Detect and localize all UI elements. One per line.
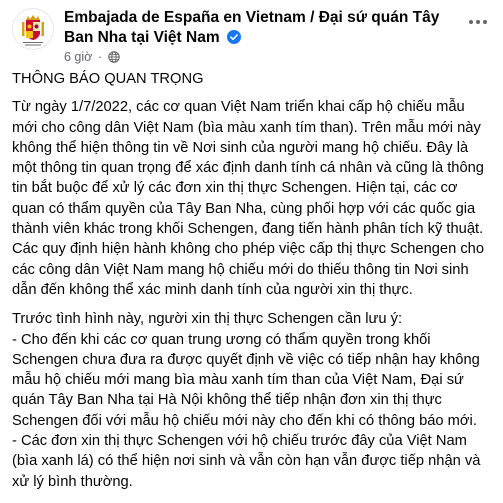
more-options-icon <box>476 20 480 24</box>
post-paragraph-1: Từ ngày 1/7/2022, các cơ quan Việt Nam t… <box>12 99 485 298</box>
post-bullet-1: - Cho đến khi các cơ quan trung ương có … <box>12 331 480 429</box>
post-bullet-2: - Các đơn xin thị thực Schengen với hộ c… <box>12 433 481 490</box>
facebook-post: Embajada de España en Vietnam / Đại sứ q… <box>0 0 503 503</box>
more-options-button[interactable] <box>464 12 492 32</box>
post-body: THÔNG BÁO QUAN TRỌNG Từ ngày 1/7/2022, c… <box>12 69 490 492</box>
page-name-text[interactable]: Embajada de España en Vietnam / Đại sứ q… <box>64 9 439 46</box>
meta-separator: · <box>97 50 103 64</box>
verified-badge-icon <box>226 30 241 44</box>
page-avatar[interactable] <box>12 8 54 50</box>
post-timestamp[interactable]: 6 giờ <box>64 50 92 64</box>
globe-icon <box>107 51 120 63</box>
post-meta: 6 giờ · <box>64 49 120 65</box>
post-heading: THÔNG BÁO QUAN TRỌNG <box>12 71 204 87</box>
more-options-icon <box>483 20 487 24</box>
spain-coat-of-arms-icon <box>13 9 53 49</box>
page-name[interactable]: Embajada de España en Vietnam / Đại sứ q… <box>64 8 454 48</box>
more-options-icon <box>469 20 473 24</box>
post-header: Embajada de España en Vietnam / Đại sứ q… <box>12 8 492 64</box>
post-paragraph-2-intro: Trước tình hình này, người xin thị thực … <box>12 311 403 328</box>
